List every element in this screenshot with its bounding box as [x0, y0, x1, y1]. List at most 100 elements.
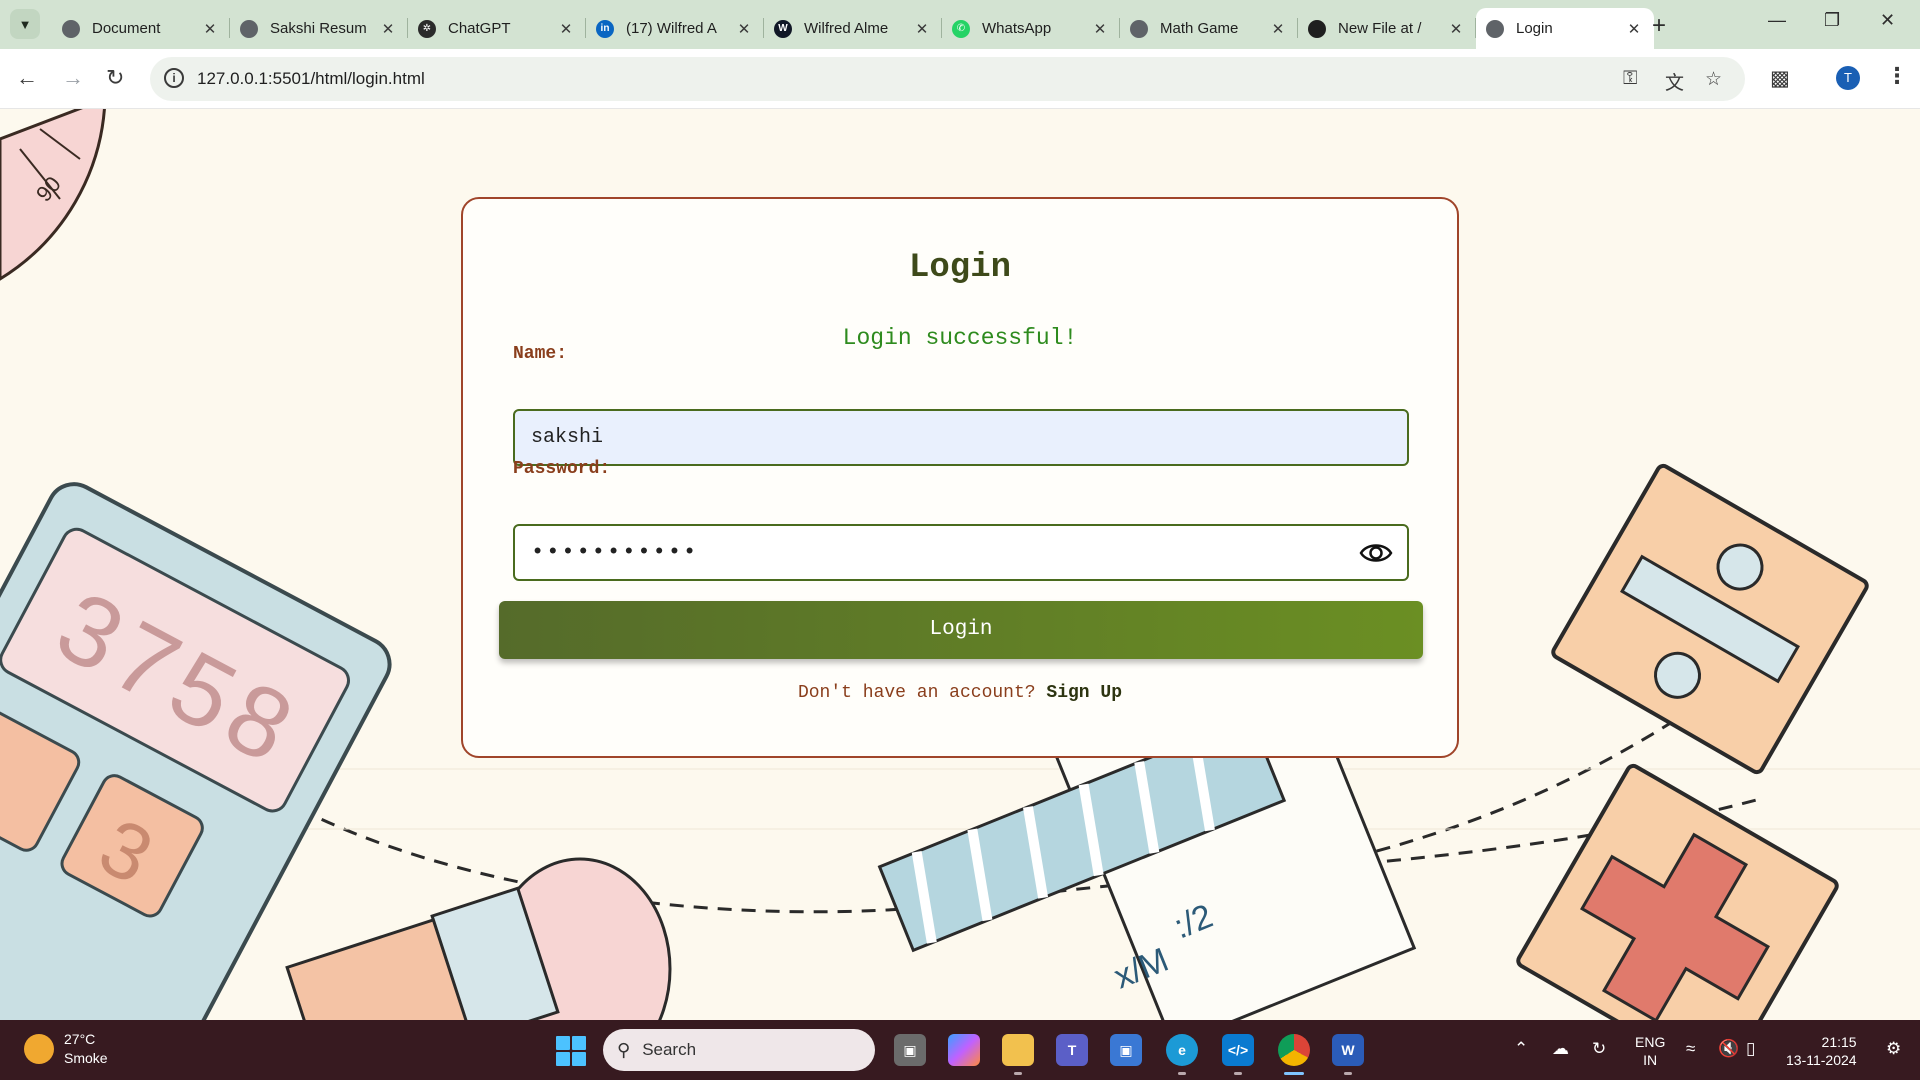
- battery-icon[interactable]: ▯: [1746, 1039, 1755, 1059]
- language-indicator[interactable]: ENG IN: [1635, 1033, 1665, 1069]
- windows-taskbar: 27°C Smoke ⚲ Search ▣ T ▣ e </> W ⌃ ☁ ↻ …: [0, 1020, 1920, 1080]
- profile-avatar[interactable]: T: [1836, 66, 1860, 90]
- windows-start-icon[interactable]: [556, 1036, 586, 1066]
- window-close-icon[interactable]: ✕: [1880, 10, 1895, 31]
- tab-title: WhatsApp: [982, 20, 1052, 37]
- browser-tab[interactable]: Login ✕: [1476, 8, 1654, 49]
- tab-close-icon[interactable]: ✕: [912, 20, 932, 38]
- vscode-icon[interactable]: </>: [1222, 1034, 1254, 1066]
- back-icon[interactable]: ←: [16, 65, 38, 91]
- bookmark-star-icon[interactable]: ☆: [1705, 68, 1722, 91]
- kebab-menu-icon[interactable]: ⋮: [1886, 63, 1908, 89]
- new-tab-button[interactable]: +: [1652, 12, 1666, 40]
- password-label: Password:: [513, 459, 611, 479]
- weather-icon: [24, 1034, 54, 1064]
- browser-tab[interactable]: Sakshi Resum ✕: [230, 8, 408, 49]
- tab-list: Document ✕ Sakshi Resum ✕ ✲ ChatGPT ✕ in (17) Wi…: [52, 8, 1654, 49]
- password-input[interactable]: •••••••••••: [513, 524, 1409, 581]
- globe-icon: [240, 19, 258, 38]
- browser-tab[interactable]: in (17) Wilfred A ✕: [586, 8, 764, 49]
- browser-tab[interactable]: W Wilfred Alme ✕: [764, 8, 942, 49]
- signup-prompt-line: Don't have an account? Sign Up: [463, 683, 1457, 703]
- github-icon: [1308, 19, 1326, 38]
- wifi-icon[interactable]: ≈: [1686, 1039, 1695, 1059]
- file-explorer-icon[interactable]: [1002, 1034, 1034, 1066]
- tab-title: Math Game: [1160, 20, 1239, 37]
- division-tile-illustration: [1551, 463, 1869, 775]
- word-icon[interactable]: W: [1332, 1034, 1364, 1066]
- browser-tab[interactable]: Document ✕: [52, 8, 230, 49]
- reload-icon[interactable]: ↻: [106, 65, 124, 91]
- page-viewport: 90 3758 3 x/M :/2 Login Login successful…: [0, 109, 1920, 1020]
- running-indicator: [1014, 1072, 1022, 1075]
- site-info-icon[interactable]: i: [164, 68, 184, 88]
- w-shield-icon: W: [774, 19, 792, 38]
- weather-widget[interactable]: 27°C Smoke: [24, 1030, 108, 1068]
- chatgpt-icon: ✲: [418, 19, 436, 38]
- plus-tile-illustration: [1516, 763, 1839, 1020]
- name-input[interactable]: sakshi: [513, 409, 1409, 466]
- tab-close-icon[interactable]: ✕: [1624, 20, 1644, 38]
- edge-icon[interactable]: e: [1166, 1034, 1198, 1066]
- translate-icon[interactable]: 文: [1665, 68, 1684, 95]
- signup-prompt: Don't have an account?: [797, 683, 1036, 703]
- calculator-illustration: 3758 3: [0, 482, 392, 1020]
- minimize-icon[interactable]: —: [1768, 10, 1786, 31]
- tab-close-icon[interactable]: ✕: [200, 20, 220, 38]
- date: 13-11-2024: [1786, 1052, 1857, 1068]
- volume-muted-icon[interactable]: 🔇: [1718, 1039, 1739, 1059]
- sync-icon[interactable]: ↻: [1592, 1039, 1606, 1059]
- microsoft-store-icon[interactable]: ▣: [1110, 1034, 1142, 1066]
- clock[interactable]: 21:15 13-11-2024: [1786, 1033, 1857, 1069]
- tab-close-icon[interactable]: ✕: [1090, 20, 1110, 38]
- browser-tab-strip: ▼ Document ✕ Sakshi Resum ✕ ✲ ChatGPT ✕ in (17) …: [0, 0, 1920, 49]
- chevron-down-icon: ▼: [18, 16, 32, 32]
- browser-tab[interactable]: ✆ WhatsApp ✕: [942, 8, 1120, 49]
- tab-close-icon[interactable]: ✕: [734, 20, 754, 38]
- tab-close-icon[interactable]: ✕: [378, 20, 398, 38]
- protractor-illustration: 90: [0, 109, 106, 281]
- tab-title: Wilfred Alme: [804, 20, 889, 37]
- chrome-icon[interactable]: [1278, 1034, 1310, 1066]
- region: IN: [1643, 1052, 1658, 1068]
- tab-close-icon[interactable]: ✕: [1268, 20, 1288, 38]
- browser-tab[interactable]: ✲ ChatGPT ✕: [408, 8, 586, 49]
- running-indicator: [1234, 1072, 1242, 1075]
- tab-title: Sakshi Resum: [270, 20, 367, 37]
- password-input-value: •••••••••••: [531, 540, 699, 565]
- tab-close-icon[interactable]: ✕: [1446, 20, 1466, 38]
- forward-icon[interactable]: →: [62, 65, 84, 91]
- onedrive-icon[interactable]: ☁: [1552, 1039, 1569, 1059]
- task-view-icon[interactable]: ▣: [894, 1034, 926, 1066]
- temperature: 27°C: [64, 1031, 96, 1047]
- language: ENG: [1635, 1034, 1666, 1050]
- show-password-eye-icon[interactable]: [1359, 539, 1393, 567]
- teams-icon[interactable]: T: [1056, 1034, 1088, 1066]
- tab-search-button[interactable]: ▼: [10, 9, 40, 39]
- address-bar[interactable]: i 127.0.0.1:5501/html/login.html ⚿ 文 ☆: [150, 57, 1745, 101]
- browser-toolbar: ← → ↻ i 127.0.0.1:5501/html/login.html ⚿…: [0, 49, 1920, 109]
- signup-link[interactable]: Sign Up: [1046, 683, 1122, 703]
- running-indicator: [1178, 1072, 1186, 1075]
- copilot-icon[interactable]: [948, 1034, 980, 1066]
- extensions-icon[interactable]: ▩: [1770, 66, 1790, 91]
- browser-tab[interactable]: New File at / ✕: [1298, 8, 1476, 49]
- key-icon[interactable]: ⚿: [1623, 68, 1637, 90]
- taskbar-search[interactable]: ⚲ Search: [603, 1029, 875, 1071]
- url-text[interactable]: 127.0.0.1:5501/html/login.html: [197, 69, 425, 89]
- linkedin-icon: in: [596, 19, 614, 38]
- notifications-icon[interactable]: ⚙: [1886, 1039, 1901, 1059]
- tab-close-icon[interactable]: ✕: [556, 20, 576, 38]
- restore-icon[interactable]: ❐: [1824, 10, 1840, 31]
- tab-title: New File at /: [1338, 20, 1422, 37]
- whatsapp-icon: ✆: [952, 19, 970, 38]
- login-button[interactable]: Login: [499, 601, 1423, 659]
- chevron-up-icon[interactable]: ⌃: [1514, 1039, 1528, 1059]
- name-input-value: sakshi: [531, 426, 604, 449]
- tab-title: (17) Wilfred A: [626, 20, 717, 37]
- taskbar-search-label: Search: [642, 1040, 697, 1059]
- status-message: Login successful!: [842, 325, 1078, 351]
- browser-tab[interactable]: Math Game ✕: [1120, 8, 1298, 49]
- tab-title: Document: [92, 20, 161, 37]
- globe-icon: [62, 19, 80, 38]
